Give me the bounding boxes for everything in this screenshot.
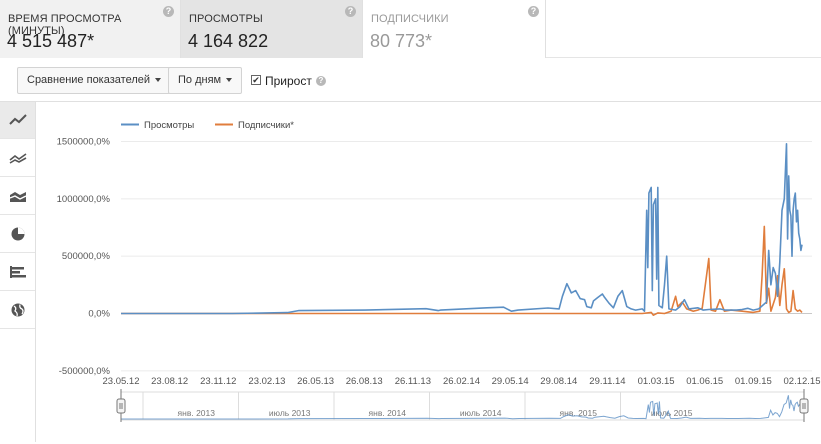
x-tick-label: 29.11.14 bbox=[589, 376, 625, 387]
series-line-views bbox=[121, 143, 803, 315]
y-tick-label: 500000,0% bbox=[62, 251, 111, 262]
growth-line-chart: 1500000,0%1000000,0%500000,0%0,0%-500000… bbox=[57, 120, 821, 422]
x-tick-label: 23.08.12 bbox=[151, 376, 188, 387]
legend-label: Просмотры bbox=[144, 120, 194, 131]
x-tick-label: 01.09.15 bbox=[735, 376, 772, 387]
y-tick-label: 1500000,0% bbox=[57, 137, 111, 148]
navigator-handle-right[interactable] bbox=[799, 398, 809, 414]
navigator-tick-label: июль 2015 bbox=[651, 408, 693, 418]
x-tick-label: 23.02.13 bbox=[248, 376, 285, 387]
range-navigator[interactable]: янв. 2013 июль 2013 янв. 2014 июль 2014 янв.… bbox=[116, 389, 809, 422]
x-tick-label: 23.11.12 bbox=[200, 376, 236, 387]
x-axis-ticks: 23.05.12 23.08.12 23.11.12 23.02.13 26.05.13… bbox=[103, 376, 821, 387]
x-tick-label: 29.08.14 bbox=[540, 376, 577, 387]
x-tick-label: 02.12.15 bbox=[784, 376, 821, 387]
x-tick-label: 26.11.13 bbox=[395, 376, 431, 387]
navigator-tick-label: янв. 2014 bbox=[369, 408, 407, 418]
navigator-handle-left[interactable] bbox=[116, 398, 126, 414]
x-tick-label: 26.05.13 bbox=[297, 376, 334, 387]
navigator-tick-label: янв. 2013 bbox=[178, 408, 216, 418]
navigator-tick-label: июль 2013 bbox=[269, 408, 311, 418]
y-tick-label: 1000000,0% bbox=[57, 194, 111, 205]
x-tick-label: 29.05.14 bbox=[492, 376, 529, 387]
chart-grid: 1500000,0%1000000,0%500000,0%0,0%-500000… bbox=[57, 137, 812, 377]
x-tick-label: 01.03.15 bbox=[638, 376, 675, 387]
chart-legend: Просмотры Подписчики* bbox=[121, 120, 294, 131]
x-tick-label: 26.02.14 bbox=[443, 376, 480, 387]
legend-label: Подписчики* bbox=[238, 120, 294, 131]
navigator-tick-label: июль 2014 bbox=[460, 408, 502, 418]
y-tick-label: 0,0% bbox=[88, 309, 110, 320]
chart-series bbox=[121, 143, 803, 316]
series-line-subscribers bbox=[121, 225, 803, 316]
x-tick-label: 26.08.13 bbox=[346, 376, 383, 387]
x-tick-label: 23.05.12 bbox=[103, 376, 140, 387]
x-tick-label: 01.06.15 bbox=[686, 376, 723, 387]
